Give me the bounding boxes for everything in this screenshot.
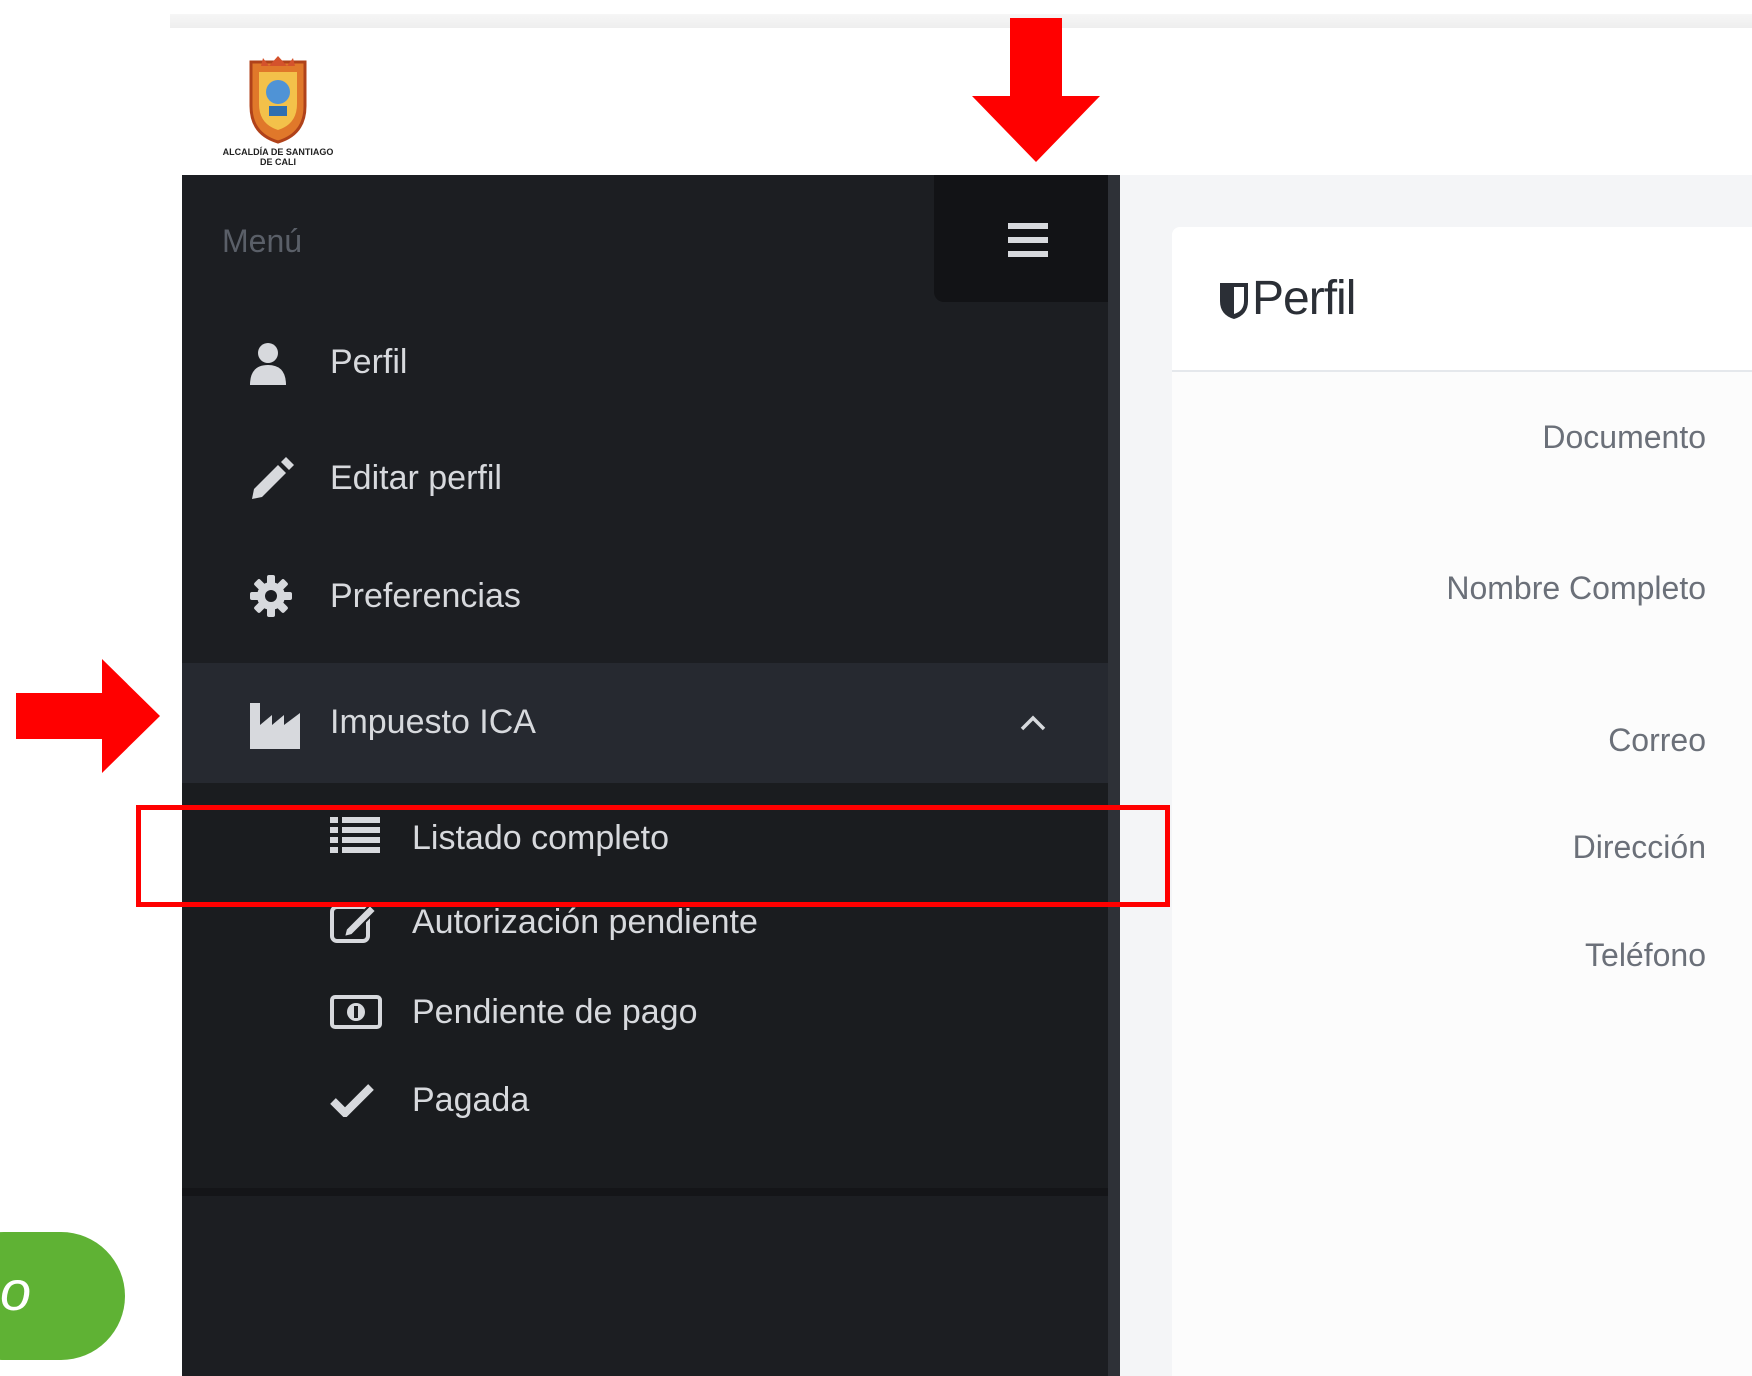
money-bill-icon [330, 995, 382, 1029]
profile-card: Perfil Documento Nombre Completo Correo … [1172, 227, 1752, 1376]
logo-text: ALCALDÍA DE SANTIAGO DE CALI [222, 147, 334, 167]
main-content: Perfil Documento Nombre Completo Correo … [1120, 175, 1752, 1376]
top-header-bar: ALCALDÍA DE SANTIAGO DE CALI [182, 28, 1752, 176]
sidebar-item-preferencias[interactable]: Preferencias [182, 541, 1108, 659]
floating-action-button[interactable]: o [0, 1232, 125, 1360]
submenu-item-label: Pagada [412, 1081, 530, 1119]
pencil-icon [252, 457, 294, 499]
sidebar: Menú Perfil Editar perfil Preferencias I… [182, 175, 1120, 1376]
sidebar-item-label: Perfil [330, 343, 408, 381]
industry-icon [250, 703, 300, 749]
sidebar-item-editar-perfil[interactable]: Editar perfil [182, 423, 1108, 541]
sidebar-item-label: Impuesto ICA [330, 703, 536, 741]
submenu-divider [182, 1188, 1108, 1196]
arrow-down-annotation [972, 18, 1100, 162]
hamburger-icon [1008, 223, 1048, 257]
submenu-item-pagada[interactable]: Pagada [182, 1069, 1108, 1149]
arrow-right-annotation [16, 659, 160, 773]
shield-icon [1220, 283, 1248, 319]
field-label-correo: Correo [1608, 722, 1706, 758]
sidebar-scrollbar[interactable] [1108, 175, 1120, 1376]
cali-logo: ALCALDÍA DE SANTIAGO DE CALI [218, 54, 338, 167]
field-label-telefono: Teléfono [1585, 937, 1706, 973]
highlight-annotation-box [136, 805, 1170, 907]
chevron-up-icon[interactable] [1020, 715, 1046, 731]
submenu-item-label: Autorización pendiente [412, 903, 758, 941]
field-label-documento: Documento [1542, 419, 1706, 455]
field-label-nombre-completo: Nombre Completo [1446, 570, 1706, 606]
window-top-edge [170, 14, 1752, 28]
sidebar-item-label: Preferencias [330, 577, 521, 615]
submenu-item-pendiente-de-pago[interactable]: Pendiente de pago [182, 981, 1108, 1061]
gear-icon [250, 575, 292, 617]
sidebar-item-perfil[interactable]: Perfil [182, 305, 1108, 423]
sidebar-item-impuesto-ica[interactable]: Impuesto ICA [182, 663, 1108, 783]
sidebar-toggle-button[interactable] [934, 175, 1120, 302]
profile-card-header: Perfil [1172, 227, 1752, 372]
user-icon [250, 343, 286, 385]
menu-heading: Menú [222, 223, 303, 259]
check-icon [330, 1084, 374, 1117]
submenu-item-label: Pendiente de pago [412, 993, 698, 1031]
floating-button-text: o [0, 1259, 32, 1322]
profile-title: Perfil [1252, 272, 1356, 325]
edit-square-icon [330, 903, 378, 943]
sidebar-item-label: Editar perfil [330, 459, 502, 497]
field-label-direccion: Dirección [1572, 829, 1706, 865]
